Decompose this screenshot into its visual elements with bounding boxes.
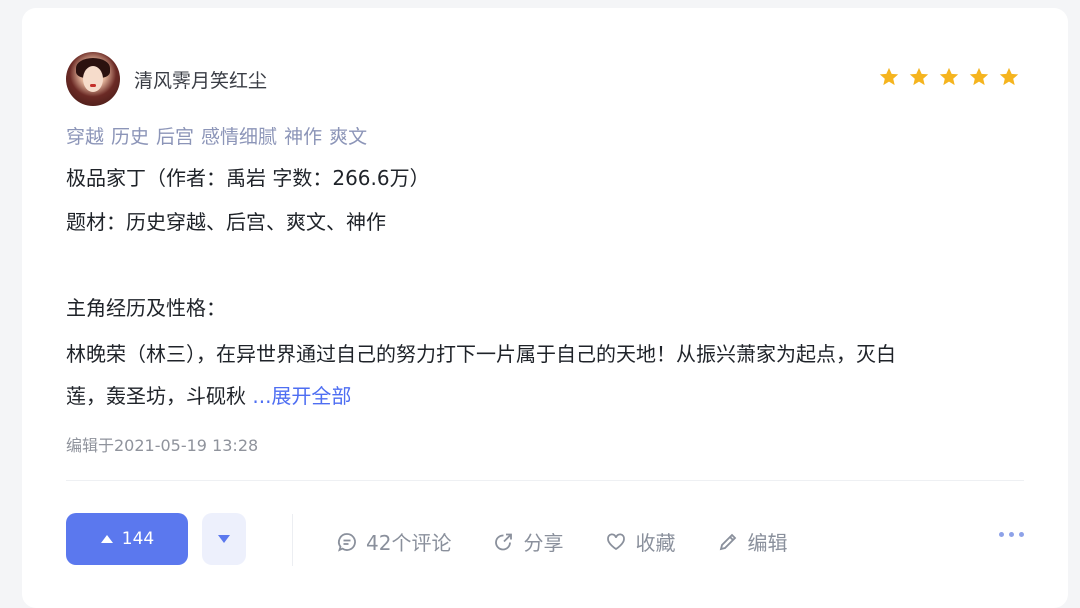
- review-card: 清风霁月笑红尘 穿越 历史 后宫 感情细腻 神作 爽文 极品家丁（作者：禹岩 字…: [22, 8, 1068, 608]
- tag-list: 穿越 历史 后宫 感情细腻 神作 爽文: [66, 122, 367, 149]
- star-icon: [969, 67, 989, 86]
- downvote-button[interactable]: [202, 513, 246, 565]
- comments-label: 42个评论: [366, 531, 452, 555]
- tag-item[interactable]: 后宫: [156, 122, 194, 149]
- rating-stars: [878, 66, 1020, 88]
- summary-text: 莲，轰圣坊，斗砚秋: [66, 384, 246, 408]
- star-icon: [879, 67, 899, 86]
- triangle-down-icon: [218, 535, 230, 543]
- star-icon: [999, 67, 1019, 86]
- author-name[interactable]: 清风霁月笑红尘: [134, 66, 267, 93]
- pencil-icon: [720, 533, 737, 550]
- star-icon: [909, 67, 929, 86]
- book-info-line: 极品家丁（作者：禹岩 字数：266.6万）: [66, 166, 430, 190]
- protagonist-heading: 主角经历及性格：: [66, 296, 226, 320]
- favorite-label: 收藏: [635, 531, 676, 555]
- dot: [1019, 532, 1024, 537]
- tag-item[interactable]: 历史: [111, 122, 149, 149]
- tag-item[interactable]: 爽文: [329, 122, 367, 149]
- share-button[interactable]: 分享: [493, 527, 563, 556]
- avatar[interactable]: [66, 52, 120, 106]
- more-options-button[interactable]: [999, 532, 1024, 537]
- comment-icon: [338, 532, 356, 552]
- share-label: 分享: [523, 531, 564, 555]
- upvote-count: 144: [121, 529, 155, 549]
- action-bar: 42个评论 分享 收藏 编辑: [336, 527, 787, 556]
- tag-item[interactable]: 神作: [284, 122, 322, 149]
- tag-item[interactable]: 感情细腻: [201, 122, 277, 149]
- upvote-button[interactable]: 144: [66, 513, 188, 565]
- author-header: 清风霁月笑红尘: [66, 52, 267, 106]
- expand-all-link[interactable]: ...展开全部: [252, 384, 351, 408]
- share-icon: [495, 533, 513, 550]
- summary-line-continued: 莲，轰圣坊，斗砚秋 ...展开全部: [66, 380, 351, 409]
- comments-button[interactable]: 42个评论: [336, 527, 451, 556]
- avatar-face: [83, 66, 103, 92]
- avatar-lips: [90, 84, 96, 87]
- dot: [999, 532, 1004, 537]
- edited-timestamp: 编辑于2021-05-19 13:28: [66, 436, 259, 455]
- edit-button[interactable]: 编辑: [717, 527, 787, 556]
- tag-item[interactable]: 穿越: [66, 122, 104, 149]
- divider: [66, 480, 1024, 481]
- summary-line: 林晚荣（林三），在异世界通过自己的努力打下一片属于自己的天地！从振兴萧家为起点，…: [66, 342, 896, 366]
- edit-label: 编辑: [747, 531, 788, 555]
- favorite-button[interactable]: 收藏: [605, 527, 675, 556]
- dot: [1009, 532, 1014, 537]
- star-icon: [939, 67, 959, 86]
- heart-icon: [607, 533, 626, 550]
- genre-line: 题材：历史穿越、后宫、爽文、神作: [66, 210, 386, 234]
- vertical-divider: [292, 514, 293, 566]
- triangle-up-icon: [100, 535, 113, 543]
